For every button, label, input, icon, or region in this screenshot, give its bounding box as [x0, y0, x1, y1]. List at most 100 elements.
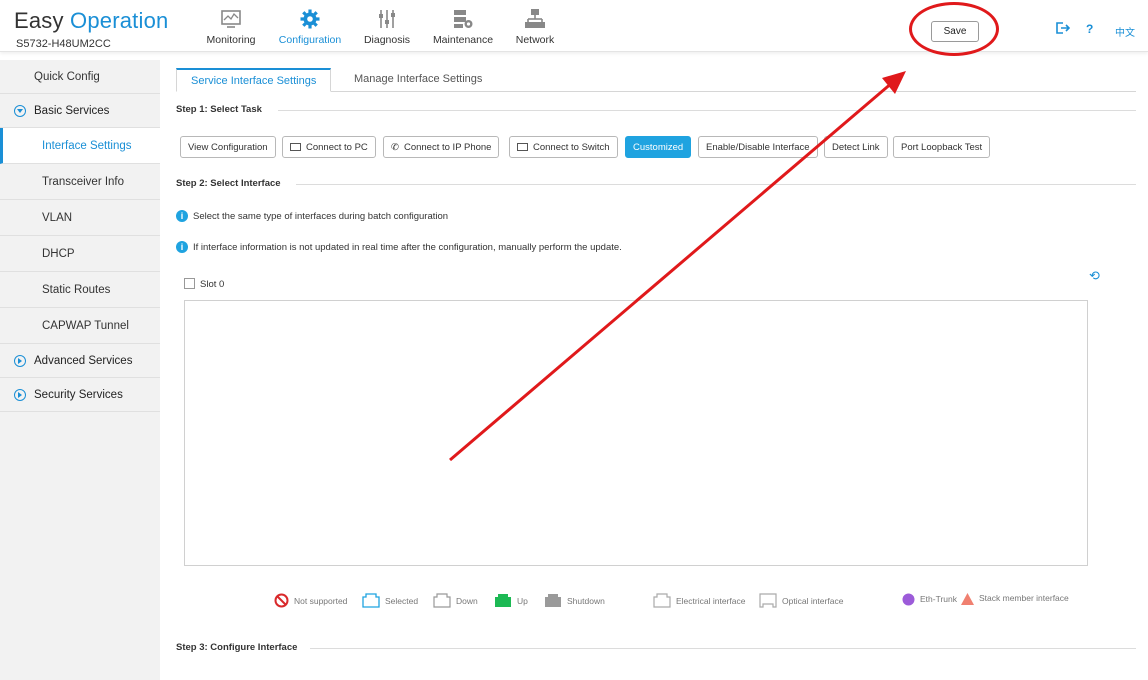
legend-shutdown: Shutdown [544, 593, 605, 608]
phone-icon: ✆ [391, 141, 399, 153]
step1-title: Step 1: Select Task [176, 104, 262, 115]
legend-label: Electrical interface [676, 596, 746, 606]
task-label: Connect to IP Phone [403, 141, 492, 153]
nav-maintenance[interactable]: Maintenance [423, 8, 503, 46]
task-label: Connect to PC [306, 141, 368, 153]
legend-label: Up [517, 596, 528, 606]
optical-interface-icon [759, 593, 777, 608]
refresh-icon[interactable]: ⟲ [1089, 268, 1100, 284]
help-icon[interactable]: ? [1086, 22, 1093, 36]
sidebar-group-advanced-services[interactable]: Advanced Services [0, 344, 160, 378]
tab-service-interface-settings[interactable]: Service Interface Settings [176, 68, 332, 92]
sidebar-item-label: Advanced Services [34, 355, 133, 367]
down-port-icon [433, 593, 451, 608]
legend-label: Optical interface [782, 596, 844, 606]
legend-down: Down [433, 593, 478, 608]
sidebar-item-label: Interface Settings [42, 140, 132, 152]
step2-title: Step 2: Select Interface [176, 178, 281, 189]
legend-up: Up [494, 593, 528, 608]
monitor-icon [221, 10, 241, 28]
task-detect-link[interactable]: Detect Link [824, 136, 888, 158]
sidebar-item-dhcp[interactable]: DHCP [0, 236, 160, 272]
brand-title: Easy Operation [14, 8, 168, 34]
sidebar-item-label: Security Services [34, 389, 123, 401]
brand-part2: Operation [70, 8, 169, 33]
nav-monitoring[interactable]: Monitoring [191, 8, 271, 46]
info-text: If interface information is not updated … [193, 242, 622, 253]
left-sidebar: Quick Config Basic Services Interface Se… [0, 60, 160, 680]
legend-selected: Selected [362, 593, 418, 608]
legend-optical: Optical interface [759, 593, 843, 608]
collapse-circle-icon [14, 355, 26, 367]
server-gear-icon [454, 10, 473, 28]
interface-panel [184, 300, 1088, 566]
sidebar-item-vlan[interactable]: VLAN [0, 200, 160, 236]
topology-icon [525, 9, 545, 28]
slot-checkbox-row[interactable]: Slot 0 [184, 278, 224, 290]
task-port-loopback-test[interactable]: Port Loopback Test [893, 136, 991, 158]
nav-label: Network [515, 34, 555, 46]
legend-eth-trunk: Eth-Trunk [902, 593, 957, 606]
nav-label: Diagnosis [363, 34, 411, 46]
legend-label: Down [456, 596, 478, 606]
task-label: Connect to Switch [533, 141, 610, 153]
switch-icon [517, 142, 528, 151]
task-connect-to-ip-phone[interactable]: ✆ Connect to IP Phone [383, 136, 500, 158]
slot-checkbox[interactable] [184, 278, 195, 289]
not-supported-icon [274, 593, 289, 608]
slot-label: Slot 0 [200, 279, 225, 290]
nav-label: Maintenance [432, 34, 494, 46]
sidebar-item-label: DHCP [42, 248, 75, 260]
sidebar-item-capwap-tunnel[interactable]: CAPWAP Tunnel [0, 308, 160, 344]
collapse-circle-icon [14, 389, 26, 401]
legend-label: Selected [385, 596, 419, 606]
sidebar-item-label: VLAN [42, 212, 73, 224]
language-switch[interactable]: 中文 [1115, 24, 1135, 39]
legend-label: Shutdown [567, 596, 605, 606]
sidebar-item-quick-config[interactable]: Quick Config [0, 60, 160, 94]
nav-configuration[interactable]: Configuration [270, 8, 350, 46]
sidebar-group-security-services[interactable]: Security Services [0, 378, 160, 412]
divider [296, 184, 1136, 185]
legend-label: Eth-Trunk [920, 594, 958, 604]
legend-stack-member: Stack member interface [961, 593, 1069, 605]
task-connect-to-switch[interactable]: Connect to Switch [509, 136, 618, 158]
info-refresh: i If interface information is not updated… [176, 241, 622, 253]
divider [278, 110, 1136, 111]
legend-electrical: Electrical interface [653, 593, 745, 608]
sidebar-item-label: Quick Config [34, 71, 100, 83]
main-content: Service Interface Settings Manage Interf… [160, 60, 1148, 680]
sidebar-item-transceiver-info[interactable]: Transceiver Info [0, 164, 160, 200]
up-port-icon [495, 594, 511, 607]
logout-icon[interactable] [1056, 22, 1071, 37]
task-connect-to-pc[interactable]: Connect to PC [282, 136, 376, 158]
nav-diagnosis[interactable]: Diagnosis [347, 8, 427, 46]
info-icon: i [176, 241, 188, 253]
legend-not-supported: Not supported [274, 593, 347, 608]
step3-title: Step 3: Configure Interface [176, 642, 298, 653]
shutdown-port-icon [545, 594, 561, 607]
divider [310, 648, 1136, 649]
nav-network[interactable]: Network [495, 8, 575, 46]
brand-part1: Easy [14, 8, 64, 33]
gear-icon [300, 9, 320, 29]
tab-manage-interface-settings[interactable]: Manage Interface Settings [340, 68, 496, 92]
sidebar-item-label: Basic Services [34, 105, 110, 117]
sidebar-item-interface-settings[interactable]: Interface Settings [0, 128, 160, 164]
nav-label: Configuration [278, 34, 342, 46]
pc-icon [290, 142, 301, 151]
stack-member-icon [961, 593, 974, 605]
sliders-icon [379, 10, 395, 28]
sidebar-item-label: Static Routes [42, 284, 111, 296]
task-enable-disable-interface[interactable]: Enable/Disable Interface [698, 136, 818, 158]
sidebar-group-basic-services[interactable]: Basic Services [0, 94, 160, 128]
sidebar-item-static-routes[interactable]: Static Routes [0, 272, 160, 308]
save-button[interactable]: Save [931, 21, 979, 42]
task-view-configuration[interactable]: View Configuration [180, 136, 276, 158]
top-header: Easy Operation S5732-H48UM2CC Monitoring [0, 0, 1148, 56]
legend-label: Not supported [294, 596, 348, 606]
nav-label: Monitoring [206, 34, 256, 46]
selected-port-icon [362, 593, 380, 608]
eth-trunk-icon [902, 593, 915, 606]
task-customized[interactable]: Customized [625, 136, 692, 158]
